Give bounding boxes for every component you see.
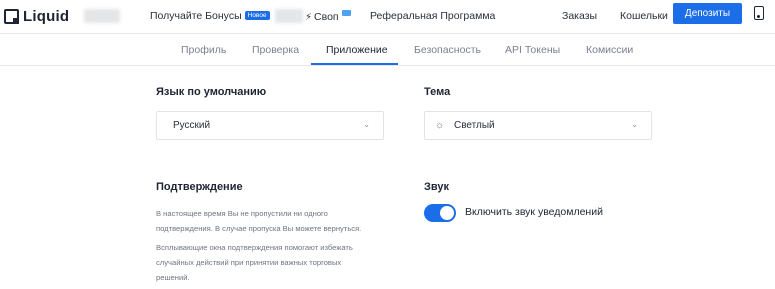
hidden-value-placeholder [275,9,303,23]
language-select-value: Русский [173,120,211,131]
tab-security[interactable]: Безопасность [414,44,481,56]
hidden-balance-placeholder [84,9,120,23]
chevron-down-icon: ⌄ [631,120,638,129]
tab-application[interactable]: Приложение [326,44,388,56]
bonus-label: Получайте Бонусы [150,10,242,22]
toggle-knob [440,206,454,220]
wallets-link[interactable]: Кошельки [620,10,668,22]
tab-verification[interactable]: Проверка [252,44,299,56]
swap-link[interactable]: ⚡ Своп [305,10,351,23]
confirmation-popup-description: Всплывающие окна подтверждения помогают … [156,240,406,285]
top-navigation: Liquid Получайте Бонусы Новое ⚡ Своп Рефер… [0,0,775,34]
confirmation-text-line: Всплывающие окна подтверждения помогают … [156,243,353,252]
liquid-logo-icon [4,8,19,24]
sound-section-title: Звук [424,181,450,193]
theme-select[interactable]: ☼ Светлый ⌄ [424,111,652,140]
language-select[interactable]: Русский ⌄ [156,111,384,140]
theme-select-value: Светлый [454,120,495,131]
logo-text: Liquid [23,7,70,25]
active-tab-indicator [311,63,398,65]
theme-section-title: Тема [424,86,451,98]
new-badge: Новое [244,11,270,20]
language-section-title: Язык по умолчанию [156,86,267,98]
liquid-logo[interactable]: Liquid [4,6,69,26]
chevron-down-icon: ⌄ [363,120,370,129]
settings-tabs: Профиль Проверка Приложение Безопасность… [0,34,775,66]
bonus-link[interactable]: Получайте Бонусы Новое [150,10,270,22]
confirmation-text-line: решений. [156,273,190,282]
sound-toggle-label: Включить звук уведомлений [465,206,603,218]
confirmation-text-line: В настоящее время Вы не пропустили ни од… [156,209,328,218]
sun-icon: ☼ [435,120,445,131]
mobile-app-icon[interactable] [754,6,764,20]
swap-label: Своп [314,11,339,23]
tab-profile[interactable]: Профиль [181,44,226,56]
tab-api-tokens[interactable]: API Токены [505,44,560,56]
deposit-button[interactable]: Депозиты [673,3,742,24]
confirmation-description: В настоящее время Вы не пропустили ни од… [156,206,406,236]
orders-link[interactable]: Заказы [562,10,597,22]
confirmation-section-title: Подтверждение [156,181,243,193]
confirmation-text-line: подтверждения. В случае пропуска Вы може… [156,224,362,233]
lightning-icon: ⚡ [305,12,313,23]
sound-notifications-toggle[interactable] [424,204,456,222]
tab-fees[interactable]: Комиссии [586,44,633,56]
card-icon [341,10,351,16]
confirmation-text-line: случайных действий при принятии важных т… [156,258,342,267]
referral-link[interactable]: Реферальная Программа [370,10,495,22]
